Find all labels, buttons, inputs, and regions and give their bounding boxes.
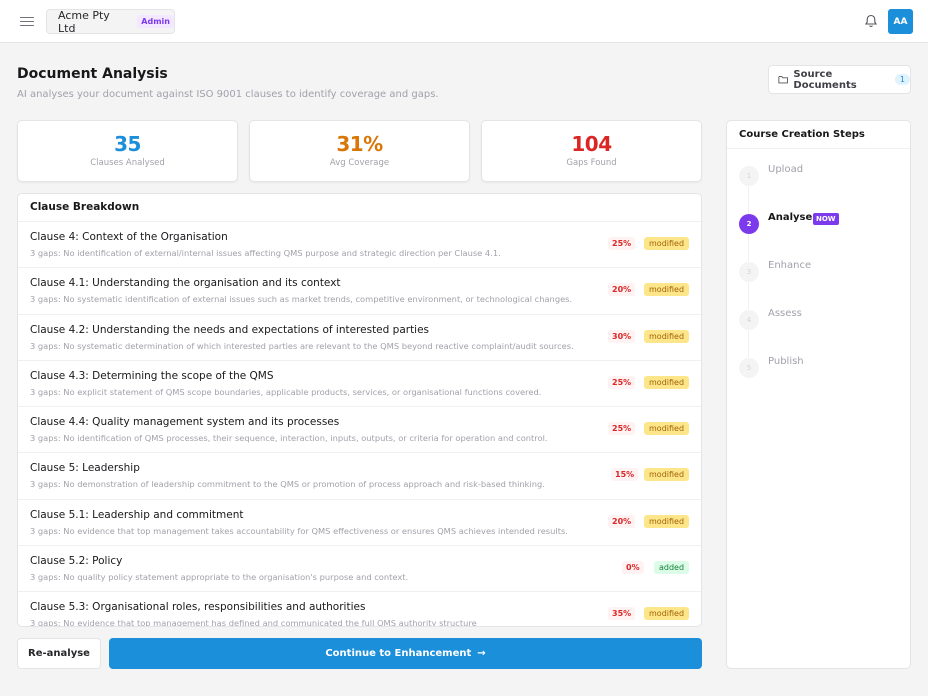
- clause-gaps: 3 gaps: No identification of QMS process…: [30, 433, 548, 444]
- step-label: Assess: [768, 308, 802, 319]
- page-title: Document Analysis: [17, 66, 168, 82]
- stat-label: Gaps Found: [566, 158, 617, 168]
- status-badge: modified: [644, 607, 690, 621]
- status-badge: modified: [644, 422, 690, 436]
- bell-icon[interactable]: [863, 13, 879, 29]
- clause-row[interactable]: Clause 5.3: Organisational roles, respon…: [18, 591, 701, 627]
- clause-row[interactable]: Clause 4.1: Understanding the organisati…: [18, 267, 701, 313]
- coverage-percent: 25%: [608, 375, 636, 389]
- reanalyse-button[interactable]: Re-analyse: [17, 638, 101, 669]
- status-badge: modified: [644, 283, 690, 297]
- status-badge: modified: [644, 329, 690, 343]
- stat-card-gaps: 104 Gaps Found: [481, 120, 702, 182]
- coverage-percent: 30%: [608, 329, 636, 343]
- coverage-percent: 20%: [608, 514, 636, 528]
- clause-row[interactable]: Clause 5.1: Leadership and commitment 3 …: [18, 498, 701, 545]
- coverage-percent: 25%: [608, 237, 636, 250]
- clause-row[interactable]: Clause 5.2: Policy 3 gaps: No quality po…: [18, 545, 701, 591]
- step-analyse[interactable]: 2 Analyse NOW: [739, 212, 899, 234]
- step-upload[interactable]: 1 Upload: [739, 164, 899, 186]
- clause-breakdown-title: Clause Breakdown: [30, 201, 140, 213]
- clause-gaps: 3 gaps: No identification of external/in…: [30, 248, 501, 258]
- coverage-percent: 25%: [608, 422, 636, 436]
- clause-gaps: 3 gaps: No explicit statement of QMS sco…: [30, 386, 542, 397]
- step-publish[interactable]: 5 Publish: [739, 356, 899, 378]
- status-badge: added: [654, 561, 690, 575]
- step-number: 3: [739, 262, 759, 282]
- status-badge: modified: [644, 514, 690, 528]
- coverage-percent: 0%: [622, 561, 644, 575]
- step-label: Enhance: [768, 260, 812, 271]
- step-number: 5: [739, 358, 759, 378]
- clause-row[interactable]: Clause 4.3: Determining the scope of the…: [18, 359, 701, 406]
- clause-list: Clause 4: Context of the Organisation 3 …: [18, 221, 701, 627]
- step-assess[interactable]: 4 Assess: [739, 308, 899, 330]
- clause-title: Clause 5: Leadership: [30, 462, 140, 475]
- org-name: Acme Pty Ltd: [58, 8, 110, 35]
- clause-row[interactable]: Clause 4.2: Understanding the needs and …: [18, 313, 701, 360]
- coverage-percent: 20%: [608, 283, 636, 297]
- stat-value: 35: [114, 132, 141, 156]
- step-number: 1: [739, 166, 759, 186]
- menu-icon[interactable]: [20, 14, 34, 28]
- step-label: Publish: [768, 356, 804, 367]
- role-badge: Admin: [137, 15, 174, 28]
- course-creation-steps-panel: Course Creation Steps 1 Upload 2 Analyse…: [726, 120, 911, 669]
- coverage-percent: 15%: [611, 468, 639, 482]
- step-number: 2: [739, 214, 759, 234]
- arrow-right-icon: →: [477, 648, 486, 659]
- source-documents-label: Source Documents: [793, 68, 857, 91]
- continue-to-enhancement-button[interactable]: Continue to Enhancement →: [109, 638, 702, 669]
- stat-label: Avg Coverage: [329, 158, 390, 168]
- clause-title: Clause 5.3: Organisational roles, respon…: [30, 601, 366, 614]
- divider: [727, 148, 910, 149]
- stat-value: 104: [571, 132, 612, 156]
- step-label: Analyse: [768, 212, 813, 223]
- status-badge: modified: [644, 468, 690, 482]
- clause-gaps: 3 gaps: No quality policy statement appr…: [30, 572, 409, 583]
- clause-row[interactable]: Clause 5: Leadership 3 gaps: No demonstr…: [18, 452, 701, 498]
- step-label: Upload: [768, 164, 804, 175]
- clause-title: Clause 4: Context of the Organisation: [30, 231, 228, 243]
- continue-label: Continue to Enhancement: [325, 648, 472, 659]
- stat-card-coverage: 31% Avg Coverage: [249, 120, 470, 182]
- clause-breakdown-panel[interactable]: Clause Breakdown Clause 4: Context of th…: [17, 193, 702, 627]
- status-badge: modified: [644, 237, 690, 250]
- clause-title: Clause 4.2: Understanding the needs and …: [30, 323, 430, 336]
- step-number: 4: [739, 310, 759, 330]
- clause-title: Clause 5.2: Policy: [30, 555, 123, 568]
- stat-card-clauses: 35 Clauses Analysed: [17, 120, 238, 182]
- clause-title: Clause 4.3: Determining the scope of the…: [30, 369, 274, 382]
- stat-label: Clauses Analysed: [90, 158, 165, 168]
- now-badge: NOW: [813, 213, 839, 225]
- clause-gaps: 3 gaps: No evidence that top management …: [30, 525, 568, 536]
- clause-gaps: 3 gaps: No systematic identification of …: [30, 294, 573, 305]
- source-count-badge: 1: [894, 74, 910, 85]
- steps-title: Course Creation Steps: [739, 129, 865, 140]
- source-documents-button[interactable]: Source Documents 1: [768, 65, 911, 94]
- clause-gaps: 3 gaps: No systematic determination of w…: [30, 340, 574, 351]
- clause-title: Clause 4.4: Quality management system an…: [30, 416, 340, 429]
- clause-title: Clause 5.1: Leadership and commitment: [30, 508, 244, 521]
- coverage-percent: 35%: [608, 607, 636, 621]
- status-badge: modified: [644, 375, 690, 389]
- folder-icon: [778, 76, 788, 84]
- clause-title: Clause 4.1: Understanding the organisati…: [30, 277, 341, 290]
- clause-gaps: 3 gaps: No evidence that top management …: [30, 618, 477, 627]
- clause-gaps: 3 gaps: No demonstration of leadership c…: [30, 479, 545, 490]
- clause-row[interactable]: Clause 4: Context of the Organisation 3 …: [18, 221, 701, 267]
- page-subtitle: AI analyses your document against ISO 90…: [17, 89, 439, 100]
- top-bar: Acme Pty Ltd Admin AA: [0, 0, 928, 43]
- avatar[interactable]: AA: [888, 9, 913, 34]
- stat-value: 31%: [336, 132, 383, 156]
- step-enhance[interactable]: 3 Enhance: [739, 260, 899, 282]
- org-switcher[interactable]: Acme Pty Ltd Admin: [46, 8, 175, 35]
- clause-row[interactable]: Clause 4.4: Quality management system an…: [18, 406, 701, 452]
